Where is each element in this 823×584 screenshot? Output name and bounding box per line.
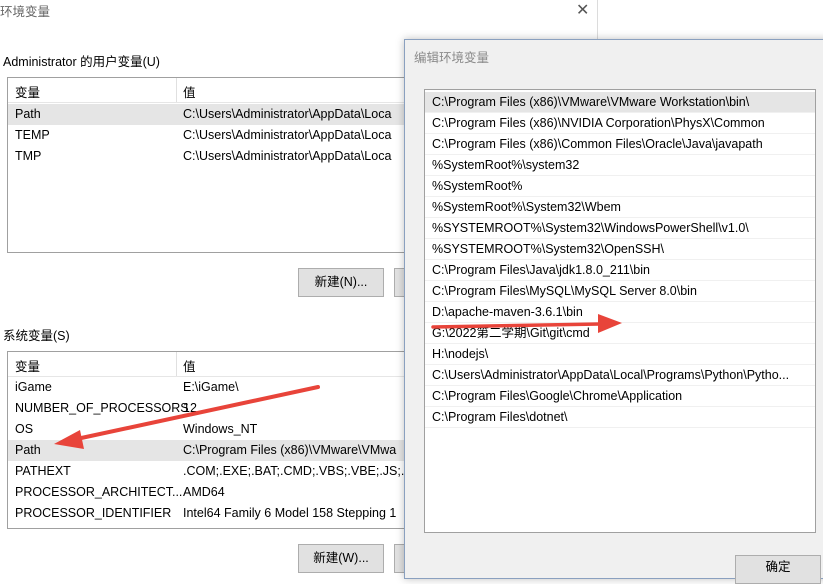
column-separator bbox=[176, 352, 177, 376]
table-row[interactable]: TMP C:\Users\Administrator\AppData\Loca bbox=[8, 146, 426, 167]
list-item[interactable]: C:\Program Files (x86)\NVIDIA Corporatio… bbox=[425, 113, 815, 134]
table-row[interactable]: TEMP C:\Users\Administrator\AppData\Loca bbox=[8, 125, 426, 146]
column-separator bbox=[176, 78, 177, 102]
var-value: .COM;.EXE;.BAT;.CMD;.VBS;.VBE;.JS;.JSE bbox=[183, 464, 427, 478]
edit-environment-variable-dialog: 编辑环境变量 C:\Program Files (x86)\VMware\VMw… bbox=[404, 39, 823, 584]
table-row[interactable]: Path C:\Users\Administrator\AppData\Loca bbox=[8, 104, 426, 125]
system-vars-list[interactable]: 变量 值 iGame E:\iGame\ NUMBER_OF_PROCESSOR… bbox=[7, 351, 427, 529]
var-value: E:\iGame\ bbox=[183, 380, 239, 394]
table-row[interactable]: PROCESSOR_IDENTIFIER Intel64 Family 6 Mo… bbox=[8, 503, 426, 524]
list-item[interactable]: H:\nodejs\ bbox=[425, 344, 815, 365]
list-item[interactable]: %SYSTEMROOT%\System32\OpenSSH\ bbox=[425, 239, 815, 260]
var-name: Path bbox=[15, 107, 41, 121]
ok-button[interactable]: 确定 bbox=[735, 555, 821, 584]
user-vars-group-label: Administrator 的用户变量(U) bbox=[3, 55, 160, 69]
close-icon[interactable]: ✕ bbox=[576, 0, 589, 20]
var-value: Intel64 Family 6 Model 158 Stepping 1 bbox=[183, 506, 397, 520]
dialog-title: 编辑环境变量 bbox=[414, 51, 490, 65]
table-row[interactable]: iGame E:\iGame\ bbox=[8, 377, 426, 398]
var-name: PROCESSOR_IDENTIFIER bbox=[15, 506, 172, 520]
var-name: PATHEXT bbox=[15, 464, 71, 478]
var-value: C:\Users\Administrator\AppData\Loca bbox=[183, 149, 392, 163]
column-header-value[interactable]: 值 bbox=[183, 82, 196, 101]
path-entries-list[interactable]: C:\Program Files (x86)\VMware\VMware Wor… bbox=[424, 89, 816, 533]
column-header-variable[interactable]: 变量 bbox=[15, 356, 40, 375]
list-item[interactable]: %SYSTEMROOT%\System32\WindowsPowerShell\… bbox=[425, 218, 815, 239]
user-new-button[interactable]: 新建(N)... bbox=[298, 268, 384, 297]
table-row[interactable]: NUMBER_OF_PROCESSORS 12 bbox=[8, 398, 426, 419]
list-item[interactable]: %SystemRoot%\System32\Wbem bbox=[425, 197, 815, 218]
user-vars-list[interactable]: 变量 值 Path C:\Users\Administrator\AppData… bbox=[7, 77, 427, 253]
list-item[interactable]: G:\2022第二学期\Git\git\cmd bbox=[425, 323, 815, 344]
table-row[interactable]: PROCESSOR_ARCHITECT... AMD64 bbox=[8, 482, 426, 503]
list-item[interactable]: C:\Program Files\MySQL\MySQL Server 8.0\… bbox=[425, 281, 815, 302]
var-value: 12 bbox=[183, 401, 197, 415]
var-name: NUMBER_OF_PROCESSORS bbox=[15, 401, 189, 415]
var-value: C:\Program Files (x86)\VMware\VMwa bbox=[183, 443, 397, 457]
var-name: OS bbox=[15, 422, 34, 436]
var-value: C:\Users\Administrator\AppData\Loca bbox=[183, 128, 392, 142]
list-item[interactable]: C:\Program Files\dotnet\ bbox=[425, 407, 815, 428]
var-name: PROCESSOR_ARCHITECT... bbox=[15, 485, 183, 499]
list-item[interactable]: C:\Program Files (x86)\Common Files\Orac… bbox=[425, 134, 815, 155]
var-name: TEMP bbox=[15, 128, 50, 142]
list-item[interactable]: D:\apache-maven-3.6.1\bin bbox=[425, 302, 815, 323]
list-item[interactable]: %SystemRoot%\system32 bbox=[425, 155, 815, 176]
var-name: iGame bbox=[15, 380, 52, 394]
list-header: 变量 值 bbox=[8, 352, 426, 377]
system-vars-group-label: 系统变量(S) bbox=[3, 329, 70, 343]
list-item[interactable]: C:\Program Files\Google\Chrome\Applicati… bbox=[425, 386, 815, 407]
table-row[interactable]: Path C:\Program Files (x86)\VMware\VMwa bbox=[8, 440, 426, 461]
var-value: Windows_NT bbox=[183, 422, 258, 436]
table-row[interactable]: PATHEXT .COM;.EXE;.BAT;.CMD;.VBS;.VBE;.J… bbox=[8, 461, 426, 482]
var-value: AMD64 bbox=[183, 485, 225, 499]
column-header-variable[interactable]: 变量 bbox=[15, 82, 40, 101]
list-header: 变量 值 bbox=[8, 78, 426, 103]
window-title: 环境变量 bbox=[0, 5, 51, 19]
var-name: TMP bbox=[15, 149, 42, 163]
var-name: Path bbox=[15, 443, 41, 457]
system-new-button[interactable]: 新建(W)... bbox=[298, 544, 384, 573]
var-value: C:\Users\Administrator\AppData\Loca bbox=[183, 107, 392, 121]
list-item[interactable]: C:\Program Files\Java\jdk1.8.0_211\bin bbox=[425, 260, 815, 281]
table-row[interactable]: OS Windows_NT bbox=[8, 419, 426, 440]
list-item[interactable]: C:\Users\Administrator\AppData\Local\Pro… bbox=[425, 365, 815, 386]
list-item[interactable]: %SystemRoot% bbox=[425, 176, 815, 197]
list-item[interactable]: C:\Program Files (x86)\VMware\VMware Wor… bbox=[425, 92, 815, 113]
column-header-value[interactable]: 值 bbox=[183, 356, 196, 375]
